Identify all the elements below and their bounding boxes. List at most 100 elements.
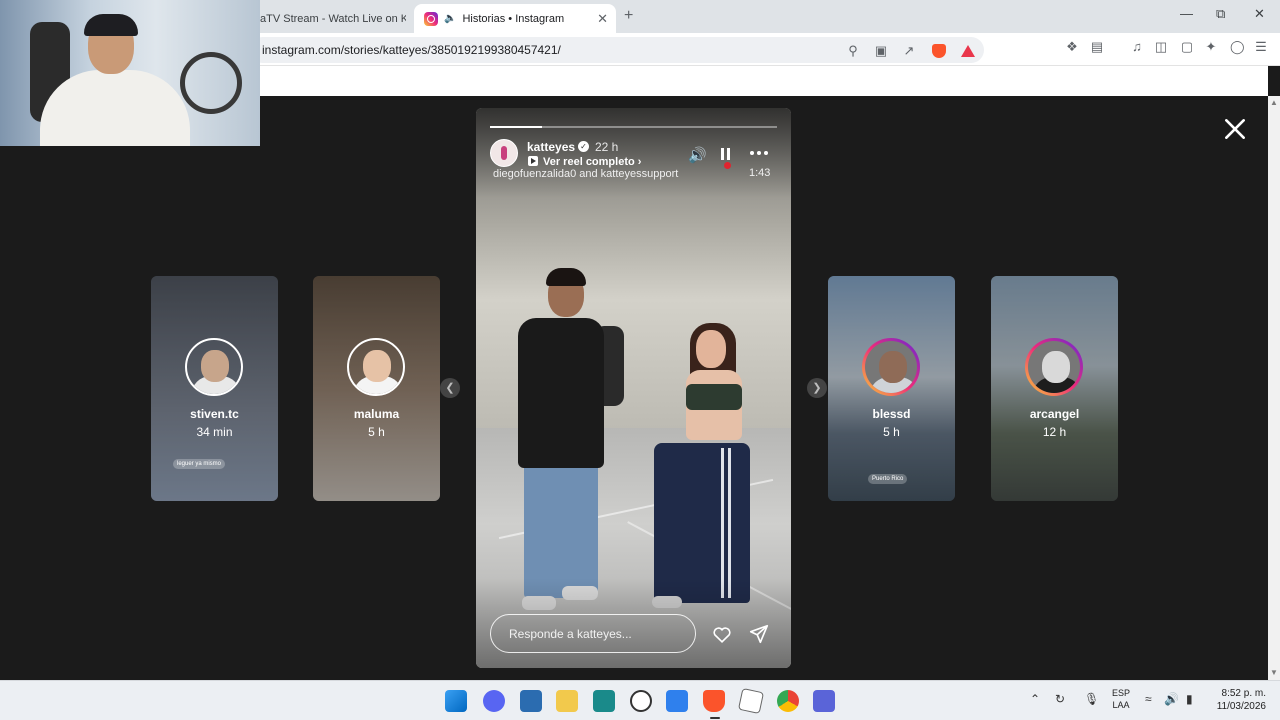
avatar	[1025, 338, 1083, 396]
next-story-icon[interactable]: ❯	[807, 378, 827, 398]
leo-ai-icon[interactable]: ✦	[1204, 40, 1218, 54]
story-username: arcangel	[1029, 407, 1080, 421]
close-icon[interactable]	[1222, 116, 1248, 142]
media-icon[interactable]: ♫	[1130, 40, 1144, 54]
close-window-icon[interactable]: ✕	[1254, 6, 1265, 22]
story-sticker: leguer ya mismo	[173, 459, 226, 469]
file-explorer-icon[interactable]	[556, 690, 578, 712]
tab-instagram[interactable]: 🔈 Historias • Instagram ✕	[414, 4, 616, 33]
battery-icon[interactable]: ▮	[1186, 692, 1193, 706]
clock-date: 11/03/2026	[1216, 701, 1266, 712]
zoom-icon[interactable]: ⚲	[846, 44, 860, 58]
cast-icon[interactable]: ▣	[874, 44, 888, 58]
story-avatar[interactable]	[490, 139, 518, 167]
language-indicator[interactable]: ESP LAA	[1112, 687, 1130, 711]
scrollbar[interactable]: ▲ ▼	[1268, 96, 1280, 680]
share-icon[interactable]: ↗	[902, 44, 916, 58]
send-icon[interactable]	[748, 623, 770, 645]
microphone-icon[interactable]: 🎙	[1084, 692, 1099, 706]
story-card-arcangel[interactable]: arcangel 12 h	[991, 276, 1118, 501]
app-icon[interactable]	[666, 690, 688, 712]
reel-icon	[528, 156, 538, 166]
sidebar-icon[interactable]: ◫	[1154, 40, 1168, 54]
brave-shields-icon[interactable]	[932, 44, 946, 58]
menu-icon[interactable]: ☰	[1254, 40, 1268, 54]
tab-label: Historias • Instagram	[462, 12, 565, 25]
story-time: 22 h	[595, 140, 619, 154]
person-man-torso	[518, 318, 604, 468]
story-progress-fill	[490, 126, 542, 128]
disney-plus-icon[interactable]	[593, 690, 615, 712]
reply-field[interactable]	[490, 614, 696, 653]
tab-kick[interactable]: aTV Stream - Watch Live on Kick	[256, 4, 406, 33]
story-time: 5 h	[883, 425, 900, 439]
person-man	[524, 448, 598, 598]
brave-rewards-icon[interactable]	[961, 45, 975, 57]
cursor-indicator	[724, 162, 731, 169]
story-username: blessd	[872, 407, 911, 421]
taskbar: ⌃ ↻ 🎙 ESP LAA ≈ 🔊 ▮ 8:52 p. m. 11/03/202…	[0, 680, 1280, 720]
story-username[interactable]: katteyes	[527, 140, 575, 154]
url-text[interactable]: instagram.com/stories/katteyes/385019219…	[262, 43, 561, 57]
steering-wheel-icon[interactable]	[630, 690, 652, 712]
story-card-stiven[interactable]: stiven.tc 34 min leguer ya mismo	[151, 276, 278, 501]
story-sticker: Puerto Rico	[868, 474, 908, 484]
pause-icon[interactable]	[727, 148, 730, 160]
avatar	[185, 338, 243, 396]
scroll-up-icon[interactable]: ▲	[1270, 98, 1278, 107]
address-bar[interactable]: instagram.com/stories/katteyes/385019219…	[250, 37, 984, 63]
instagram-icon	[424, 11, 438, 26]
wifi-icon[interactable]: ≈	[1145, 692, 1152, 706]
keyboard-layout: LAA	[1112, 700, 1130, 710]
story-collaborators[interactable]: diegofuenzalida0 and katteyessupport	[493, 168, 678, 180]
story-card-blessd[interactable]: blessd 5 h Puerto Rico	[828, 276, 955, 501]
language-code: ESP	[1112, 688, 1131, 698]
story-username: stiven.tc	[190, 407, 239, 421]
discord-icon[interactable]	[483, 690, 505, 712]
app-two-icon[interactable]	[813, 690, 835, 712]
header-gradient	[476, 108, 791, 198]
close-tab-icon[interactable]: ✕	[597, 11, 608, 27]
restore-icon[interactable]: ⧉	[1216, 6, 1225, 22]
reel-link-label: Ver reel completo	[543, 156, 635, 168]
reply-input[interactable]	[509, 625, 689, 643]
previous-story-icon[interactable]: ❮	[440, 378, 460, 398]
brave-icon[interactable]	[703, 690, 725, 712]
heart-icon[interactable]	[711, 623, 733, 645]
minimize-icon[interactable]: —	[1180, 6, 1193, 21]
pants-stripe	[728, 448, 731, 598]
extension-box-icon[interactable]: ▤	[1090, 40, 1104, 54]
person-woman-head	[696, 330, 726, 368]
story-username: maluma	[353, 407, 400, 421]
webcam-overlay	[0, 0, 260, 146]
story-progress-bar	[490, 126, 777, 128]
pause-icon[interactable]	[721, 148, 724, 160]
chrome-icon[interactable]	[777, 690, 799, 712]
tray-overflow-icon[interactable]: ⌃	[1030, 692, 1040, 706]
story-duration: 1:43	[749, 167, 771, 179]
story-card-maluma[interactable]: maluma 5 h	[313, 276, 440, 501]
volume-tray-icon[interactable]: 🔊	[1164, 692, 1179, 706]
view-full-reel-link[interactable]: Ver reel completo ›	[543, 156, 641, 168]
person-man-hair	[546, 268, 586, 286]
person-woman-top	[686, 384, 742, 410]
avatar	[347, 338, 405, 396]
sync-icon[interactable]: ↻	[1055, 692, 1065, 706]
plus-icon[interactable]: +	[624, 7, 633, 25]
clock[interactable]: 8:52 p. m. 11/03/2026	[1210, 687, 1266, 713]
roblox-icon[interactable]	[737, 687, 765, 715]
active-app-indicator	[710, 717, 720, 719]
store-icon[interactable]	[520, 690, 542, 712]
active-story[interactable]: katteyes ✓ 22 h Ver reel completo › dieg…	[476, 108, 791, 668]
extensions-icon[interactable]: ❖	[1065, 40, 1079, 54]
wallet-icon[interactable]: ▢	[1180, 40, 1194, 54]
speaker-icon[interactable]: 🔈	[444, 13, 456, 24]
volume-icon[interactable]: 🔊	[688, 146, 707, 164]
clock-time: 8:52 p. m.	[1221, 688, 1266, 699]
scroll-down-icon[interactable]: ▼	[1270, 668, 1278, 677]
start-icon[interactable]	[445, 690, 467, 712]
story-time: 12 h	[1042, 425, 1067, 439]
story-time: 5 h	[368, 425, 385, 439]
more-icon[interactable]	[750, 151, 768, 155]
vpn-icon[interactable]: ◯	[1230, 40, 1245, 54]
